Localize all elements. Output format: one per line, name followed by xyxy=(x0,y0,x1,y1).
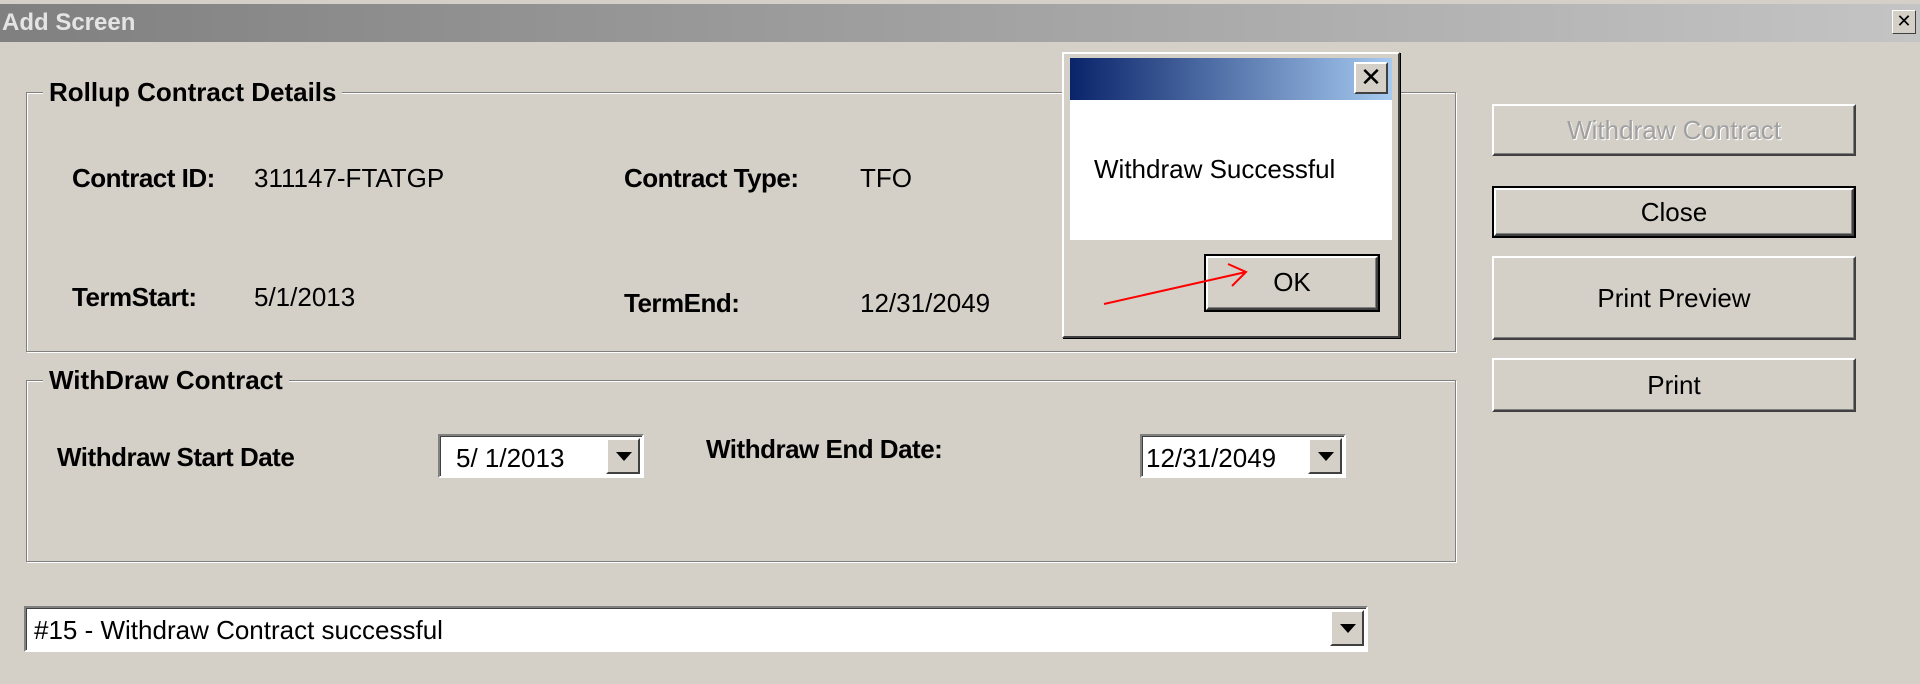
withdraw-contract-legend: WithDraw Contract xyxy=(43,365,289,396)
contract-type-label: Contract Type: xyxy=(624,163,799,193)
withdraw-contract-button[interactable]: Withdraw Contract xyxy=(1492,104,1856,156)
message-dialog: ✕ Withdraw Successful OK xyxy=(1062,52,1400,338)
status-combo[interactable]: #15 - Withdraw Contract successful xyxy=(24,606,1368,652)
dialog-message: Withdraw Successful xyxy=(1094,154,1336,184)
contract-id-label: Contract ID: xyxy=(72,163,215,193)
withdraw-start-date-value: 5/ 1/2013 xyxy=(456,443,565,473)
withdraw-start-date-dropdown-button[interactable] xyxy=(606,438,640,474)
withdraw-end-date-value: 12/31/2049 xyxy=(1146,443,1277,473)
dialog-body: Withdraw Successful xyxy=(1070,100,1392,240)
withdraw-start-date-label: Withdraw Start Date xyxy=(57,442,295,472)
term-start-label: TermStart: xyxy=(72,282,197,312)
chevron-down-icon xyxy=(1340,624,1356,633)
print-preview-button-label: Print Preview xyxy=(1597,283,1751,313)
contract-type-value: TFO xyxy=(860,163,912,193)
chevron-down-icon xyxy=(1318,452,1334,461)
dialog-close-icon[interactable]: ✕ xyxy=(1354,62,1388,94)
status-combo-value: #15 - Withdraw Contract successful xyxy=(34,615,443,645)
window-title: Add Screen xyxy=(2,9,136,36)
dialog-ok-button-label: OK xyxy=(1273,267,1311,297)
rollup-contract-details-legend: Rollup Contract Details xyxy=(43,77,343,108)
term-end-label: TermEnd: xyxy=(624,288,740,318)
chevron-down-icon xyxy=(616,452,632,461)
close-button-label: Close xyxy=(1640,197,1708,227)
withdraw-start-date-picker[interactable]: 5/ 1/2013 xyxy=(438,434,644,478)
withdraw-contract-button-label: Withdraw Contract xyxy=(1567,115,1781,145)
term-start-value: 5/1/2013 xyxy=(254,282,356,312)
window-close-icon[interactable]: ✕ xyxy=(1892,10,1916,34)
print-button[interactable]: Print xyxy=(1492,358,1856,412)
close-button[interactable]: Close xyxy=(1492,186,1856,238)
print-button-label: Print xyxy=(1647,370,1701,400)
window-title-bar: Add Screen ✕ xyxy=(0,0,1920,42)
print-preview-button[interactable]: Print Preview xyxy=(1492,256,1856,340)
status-combo-dropdown-button[interactable] xyxy=(1330,610,1364,646)
withdraw-end-date-label: Withdraw End Date: xyxy=(706,434,943,464)
contract-id-value: 311147-FTATGP xyxy=(254,163,445,193)
term-end-value: 12/31/2049 xyxy=(860,288,991,318)
withdraw-end-date-dropdown-button[interactable] xyxy=(1308,438,1342,474)
dialog-ok-button[interactable]: OK xyxy=(1204,254,1380,312)
withdraw-end-date-picker[interactable]: 12/31/2049 xyxy=(1140,434,1346,478)
dialog-title-bar: ✕ xyxy=(1070,58,1392,100)
